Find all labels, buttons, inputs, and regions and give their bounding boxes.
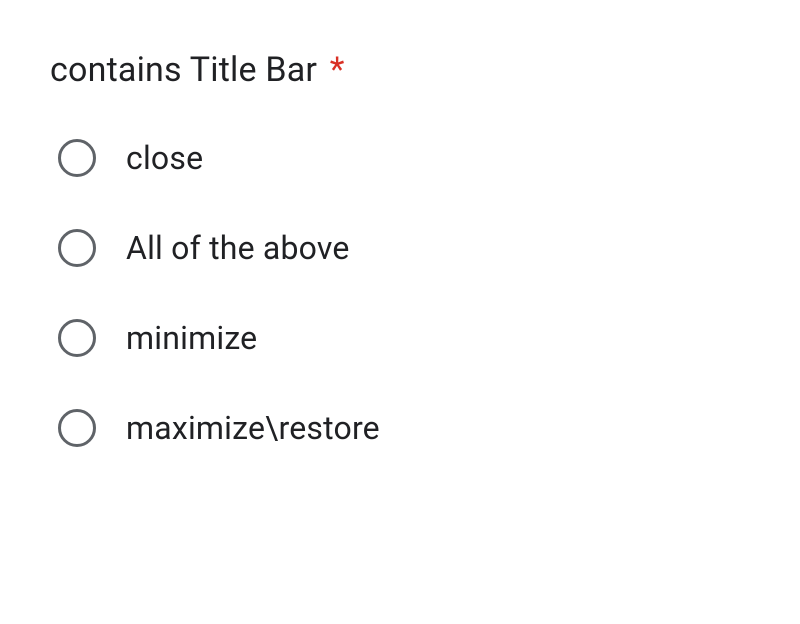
option-label: All of the above — [126, 229, 350, 267]
radio-icon — [58, 139, 96, 177]
question-title: contains Title Bar * — [50, 50, 750, 91]
option-label: maximize\restore — [126, 409, 380, 447]
question-text: contains Title Bar — [50, 50, 317, 90]
radio-option-all-of-the-above[interactable]: All of the above — [58, 229, 750, 267]
radio-icon — [58, 409, 96, 447]
options-list: close All of the above minimize maximize… — [50, 139, 750, 447]
radio-option-minimize[interactable]: minimize — [58, 319, 750, 357]
required-asterisk: * — [330, 50, 345, 90]
question-block: contains Title Bar * close All of the ab… — [50, 50, 750, 447]
radio-icon — [58, 319, 96, 357]
option-label: close — [126, 139, 203, 177]
radio-option-close[interactable]: close — [58, 139, 750, 177]
option-label: minimize — [126, 319, 257, 357]
radio-option-maximize-restore[interactable]: maximize\restore — [58, 409, 750, 447]
radio-icon — [58, 229, 96, 267]
